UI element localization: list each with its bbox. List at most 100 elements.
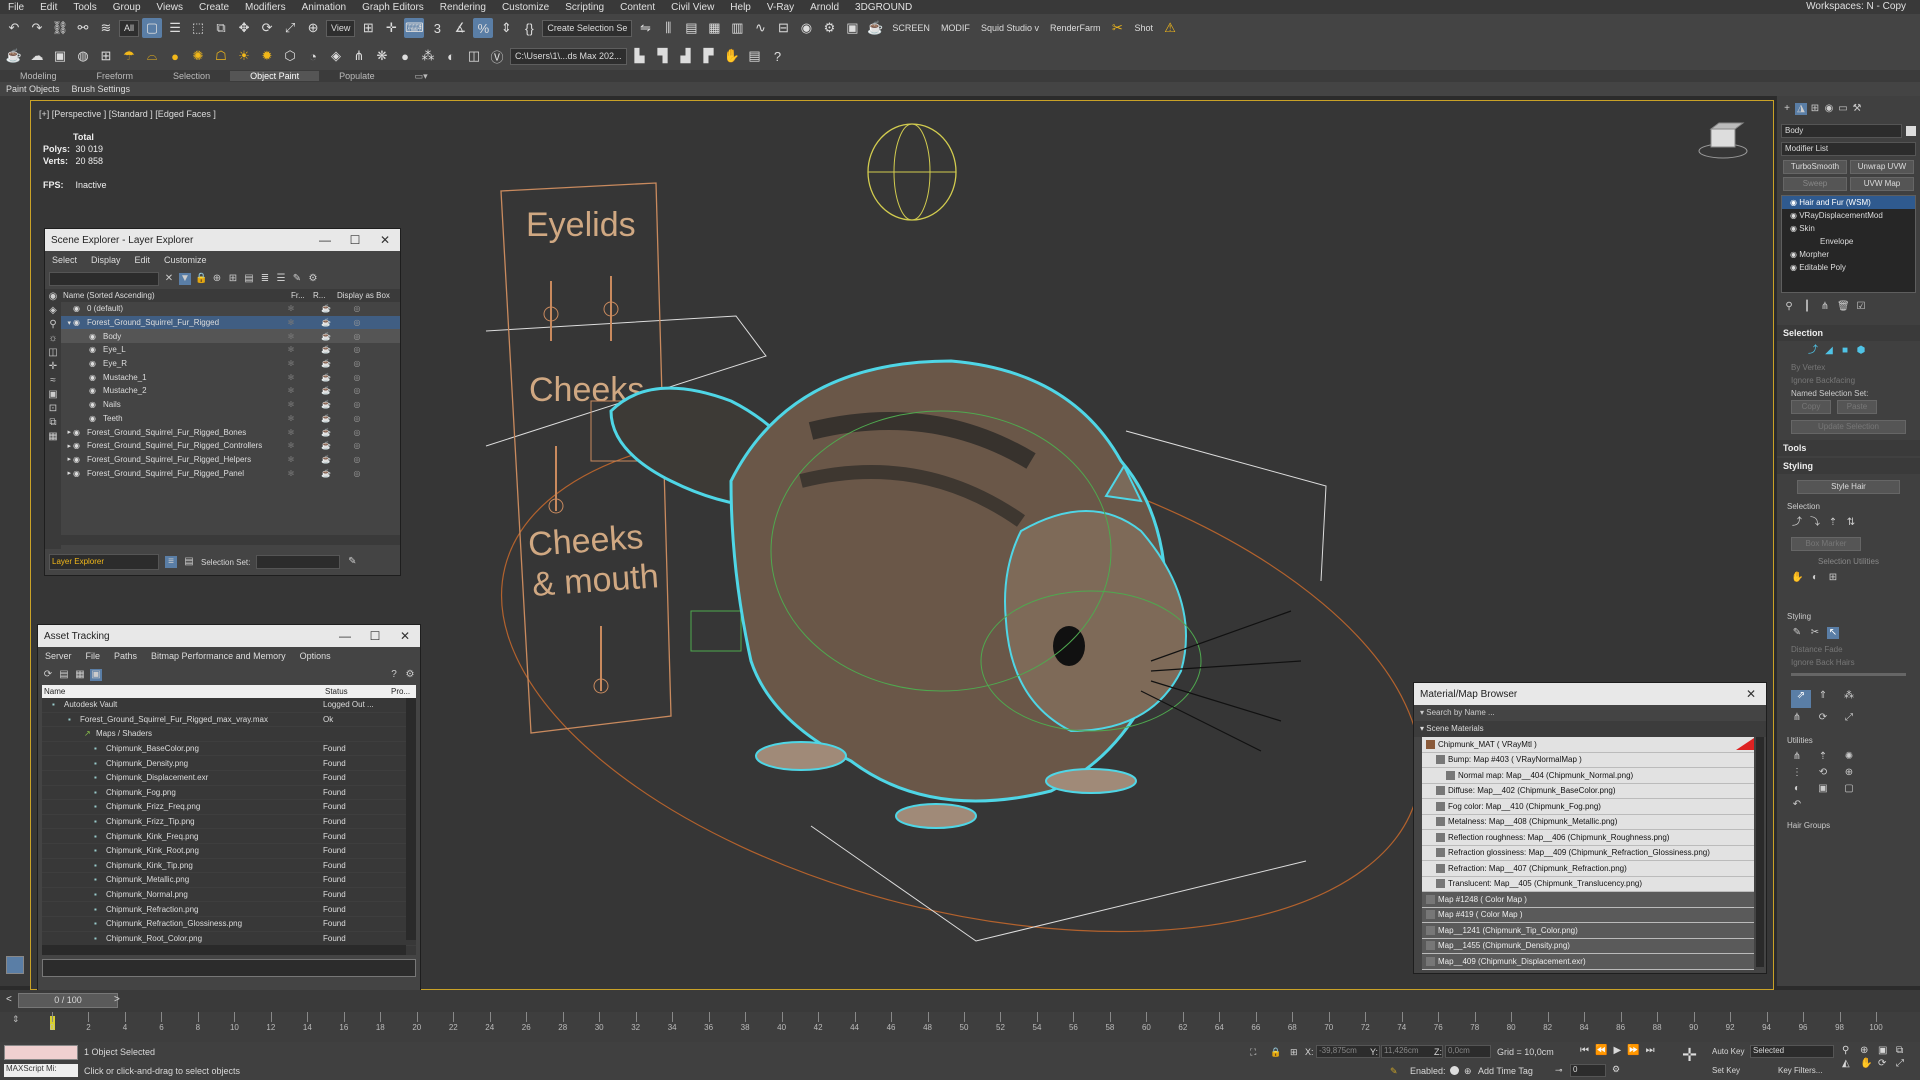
- asset-row[interactable]: ▪ Chipmunk_Frizz_Freq.png Found: [42, 800, 416, 815]
- helpers-icon[interactable]: ✛: [47, 361, 59, 373]
- selection-lock-icon[interactable]: 🔒: [1270, 1047, 1281, 1058]
- light-icon[interactable]: ☂: [119, 46, 139, 66]
- show-end-result-icon[interactable]: ┃: [1801, 301, 1813, 313]
- add-time-tag-label[interactable]: Add Time Tag: [1478, 1066, 1533, 1076]
- asset-horizontal-scrollbar[interactable]: [42, 945, 406, 955]
- face-icon[interactable]: ◢: [1823, 345, 1835, 357]
- material-row[interactable]: Map__1241 (Chipmunk_Tip_Color.png): [1422, 923, 1754, 939]
- menu-create[interactable]: Create: [191, 2, 237, 13]
- asset-tracking-titlebar[interactable]: Asset Tracking — ☐ ✕: [38, 625, 420, 647]
- lock-icon[interactable]: 🔒: [195, 273, 207, 285]
- box-marker-dropdown[interactable]: Box Marker: [1791, 537, 1861, 551]
- recomb-icon[interactable]: ⋮: [1791, 767, 1803, 779]
- display-box-icon[interactable]: ◎: [350, 455, 364, 464]
- play-icon[interactable]: ▶: [1613, 1045, 1621, 1056]
- invert-selection-icon[interactable]: ⇅: [1845, 517, 1857, 529]
- layer-row[interactable]: ◉ Teeth ✻ ☕ ◎: [61, 412, 400, 426]
- visibility-eye-icon[interactable]: ◉: [89, 400, 100, 409]
- grow-selection-icon[interactable]: ⊞: [1827, 572, 1839, 584]
- layer-menu-select[interactable]: Select: [45, 255, 84, 265]
- selection-set-edit-icon[interactable]: ✎: [346, 556, 358, 568]
- ribbon-tab-selection[interactable]: Selection: [153, 71, 230, 81]
- hide-selected-icon[interactable]: ✋: [1791, 572, 1803, 584]
- asset-row[interactable]: ▪ Chipmunk_Refraction.png Found: [42, 902, 416, 917]
- groups-icon[interactable]: ▣: [47, 389, 59, 401]
- asset-row[interactable]: ▪ Chipmunk_Frizz_Tip.png Found: [42, 815, 416, 830]
- display-tab-icon[interactable]: ▭: [1837, 103, 1849, 115]
- modifier-stack-item[interactable]: Envelope: [1782, 235, 1915, 248]
- object-name-field[interactable]: Body: [1781, 124, 1902, 138]
- display-box-icon[interactable]: ◎: [350, 428, 364, 437]
- display-box-icon[interactable]: ◎: [350, 345, 364, 354]
- edit-named-sel-icon[interactable]: {}: [519, 18, 539, 38]
- render-teapot-icon[interactable]: ☕: [302, 386, 350, 395]
- viewport-layout-icon[interactable]: [6, 956, 24, 974]
- orbit-icon[interactable]: ⟳: [1878, 1058, 1894, 1069]
- display-box-icon[interactable]: ◎: [350, 332, 364, 341]
- freeze-icon[interactable]: ✻: [280, 332, 302, 341]
- reference-coordinate-dropdown[interactable]: View: [326, 19, 356, 37]
- freeze-icon[interactable]: ✻: [280, 345, 302, 354]
- ambient-light-icon[interactable]: ☀: [234, 46, 254, 66]
- modifier-eye-icon[interactable]: ◉: [1790, 198, 1799, 207]
- maximize-icon[interactable]: ☐: [340, 233, 370, 247]
- align-icon[interactable]: ⫼: [658, 18, 678, 38]
- menu-modifiers[interactable]: Modifiers: [237, 2, 294, 13]
- cameras-icon[interactable]: ◫: [47, 347, 59, 359]
- visibility-eye-icon[interactable]: ◉: [89, 373, 100, 382]
- maximize-viewport-icon[interactable]: ⤢: [1896, 1058, 1912, 1069]
- open-icon[interactable]: ▜: [653, 46, 673, 66]
- pivot-icon[interactable]: ⊞: [358, 18, 378, 38]
- asset-help-icon[interactable]: ?: [388, 669, 400, 681]
- particles-icon[interactable]: ⁂: [418, 46, 438, 66]
- named-selection-dropdown[interactable]: Create Selection Se: [542, 19, 633, 37]
- frame-buffer-icon[interactable]: ▣: [50, 46, 70, 66]
- render-teapot-icon[interactable]: ☕: [302, 304, 350, 313]
- rotate-icon[interactable]: ⟳: [257, 18, 277, 38]
- modifier-list-dropdown[interactable]: Modifier List: [1781, 142, 1916, 156]
- toggle-collisions-icon[interactable]: ⊕: [1843, 767, 1855, 779]
- render-teapot-icon[interactable]: ☕: [302, 428, 350, 437]
- next-key-icon[interactable]: ⏩: [1627, 1045, 1639, 1056]
- menu-tools[interactable]: Tools: [65, 2, 104, 13]
- render-teapot-icon[interactable]: ☕: [302, 469, 350, 478]
- curve-editor-icon[interactable]: ∿: [750, 18, 770, 38]
- menu-rendering[interactable]: Rendering: [432, 2, 494, 13]
- xrefs-icon[interactable]: ⊡: [47, 403, 59, 415]
- asset-menu-server[interactable]: Server: [38, 651, 79, 661]
- layers-stack-icon[interactable]: ☰: [275, 273, 287, 285]
- layer-row[interactable]: ◉ Body ✻ ☕ ◎: [61, 329, 400, 344]
- select-object-icon[interactable]: ▢: [142, 18, 163, 38]
- window-crossing-icon[interactable]: ⧉: [211, 18, 231, 38]
- layer-row[interactable]: ▸ ◉ Forest_Ground_Squirrel_Fur_Rigged_Pane…: [61, 466, 400, 480]
- material-row[interactable]: Map #419 ( Color Map ): [1422, 907, 1754, 923]
- maximize-icon[interactable]: ☐: [360, 629, 390, 643]
- containers-icon[interactable]: ▦: [47, 431, 59, 443]
- display-box-icon[interactable]: ◎: [350, 469, 364, 478]
- render-teapot-icon[interactable]: ☕: [302, 359, 350, 368]
- layer-row[interactable]: ◉ Eye_R ✻ ☕ ◎: [61, 357, 400, 371]
- list-view-icon[interactable]: ▤: [58, 669, 70, 681]
- asset-menu-bitmap-performance-and-memory[interactable]: Bitmap Performance and Memory: [144, 651, 293, 661]
- squid-label[interactable]: Squid Studio v: [977, 23, 1043, 33]
- z-coordinate-field[interactable]: 0,0cm: [1445, 1045, 1491, 1058]
- toggle-hair-icon[interactable]: ◐: [1791, 783, 1803, 795]
- visibility-eye-icon[interactable]: ◉: [73, 304, 84, 313]
- modifier-eye-icon[interactable]: ◉: [1790, 224, 1799, 233]
- shot-label[interactable]: Shot: [1131, 23, 1158, 33]
- asset-menu-options[interactable]: Options: [293, 651, 338, 661]
- time-config-icon[interactable]: ⚙: [1612, 1064, 1620, 1075]
- scene-materials-group[interactable]: ▾ Scene Materials: [1414, 721, 1766, 737]
- modifier-eye-icon[interactable]: ◉: [1790, 211, 1799, 220]
- mesh-light-icon[interactable]: ✺: [188, 46, 208, 66]
- maxscript-mini-label[interactable]: MAXScript Mi:: [4, 1064, 78, 1077]
- toggle-ribbon-icon[interactable]: ▥: [727, 18, 747, 38]
- layer-horizontal-scrollbar[interactable]: [61, 535, 400, 545]
- atmosphere-icon[interactable]: ◐: [441, 46, 461, 66]
- asset-row[interactable]: ▪ Chipmunk_Kink_Root.png Found: [42, 844, 416, 859]
- zoom-all-icon[interactable]: ⊕: [1860, 1045, 1876, 1056]
- reset-rest-icon[interactable]: ⟲: [1817, 767, 1829, 779]
- redo-icon[interactable]: ↷: [27, 18, 47, 38]
- ribbon-tab-populate[interactable]: Populate: [319, 71, 395, 81]
- maxscript-listener-input[interactable]: [4, 1045, 78, 1060]
